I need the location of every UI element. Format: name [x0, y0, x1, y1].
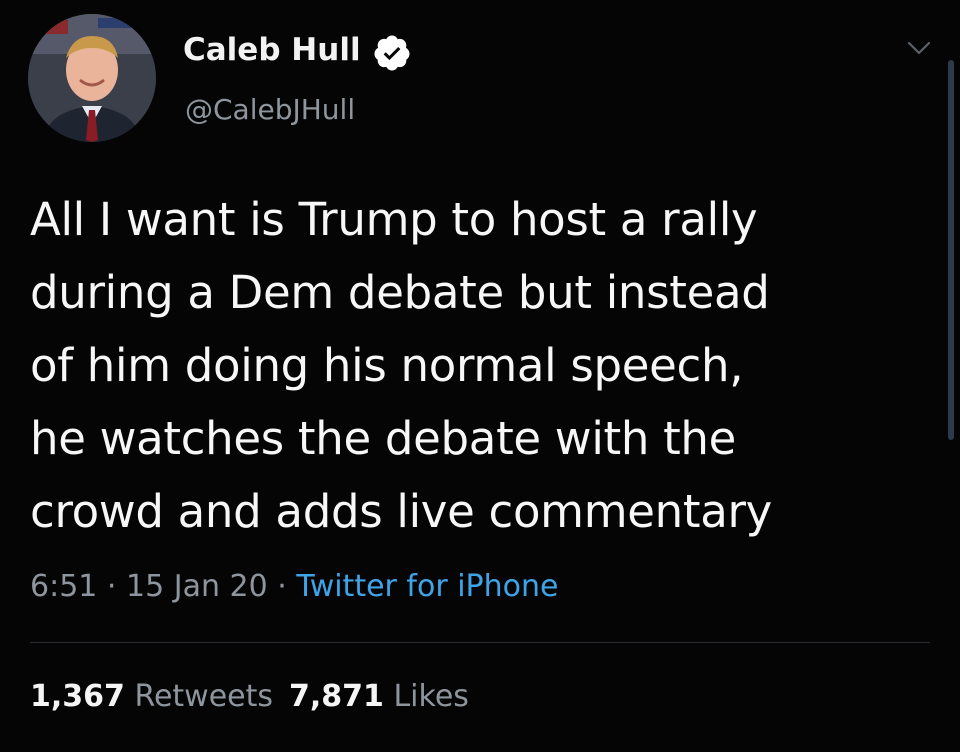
tweet-source-link[interactable]: Twitter for iPhone [296, 569, 558, 604]
retweets-label: Retweets [134, 679, 274, 714]
retweets-count: 1,367 [30, 679, 125, 714]
scrollbar[interactable] [948, 60, 954, 440]
author-handle[interactable]: @CalebJHull [185, 90, 355, 130]
avatar[interactable] [28, 14, 156, 142]
author-display-name[interactable]: Caleb Hull [183, 28, 361, 72]
meta-separator: · [277, 569, 287, 604]
divider [30, 642, 930, 643]
likes-label: Likes [393, 679, 469, 714]
tweet-meta: 6:51 · 15 Jan 20 · Twitter for iPhone [30, 566, 558, 608]
tweet-text: All I want is Trump to host a rally duri… [30, 193, 773, 538]
verified-badge-icon [374, 35, 410, 71]
tweet-stats: 1,367 Retweets 7,871 Likes [30, 676, 469, 718]
meta-separator: · [106, 569, 117, 604]
chevron-down-icon[interactable] [906, 36, 932, 60]
tweet-time[interactable]: 6:51 [30, 569, 97, 604]
retweets-stat[interactable]: 1,367 Retweets [30, 679, 273, 714]
tweet-date[interactable]: 15 Jan 20 [126, 569, 268, 604]
tweet-card: Caleb Hull @CalebJHull All I want is Tru… [0, 0, 960, 752]
likes-count: 7,871 [289, 679, 384, 714]
likes-stat[interactable]: 7,871 Likes [289, 679, 469, 714]
